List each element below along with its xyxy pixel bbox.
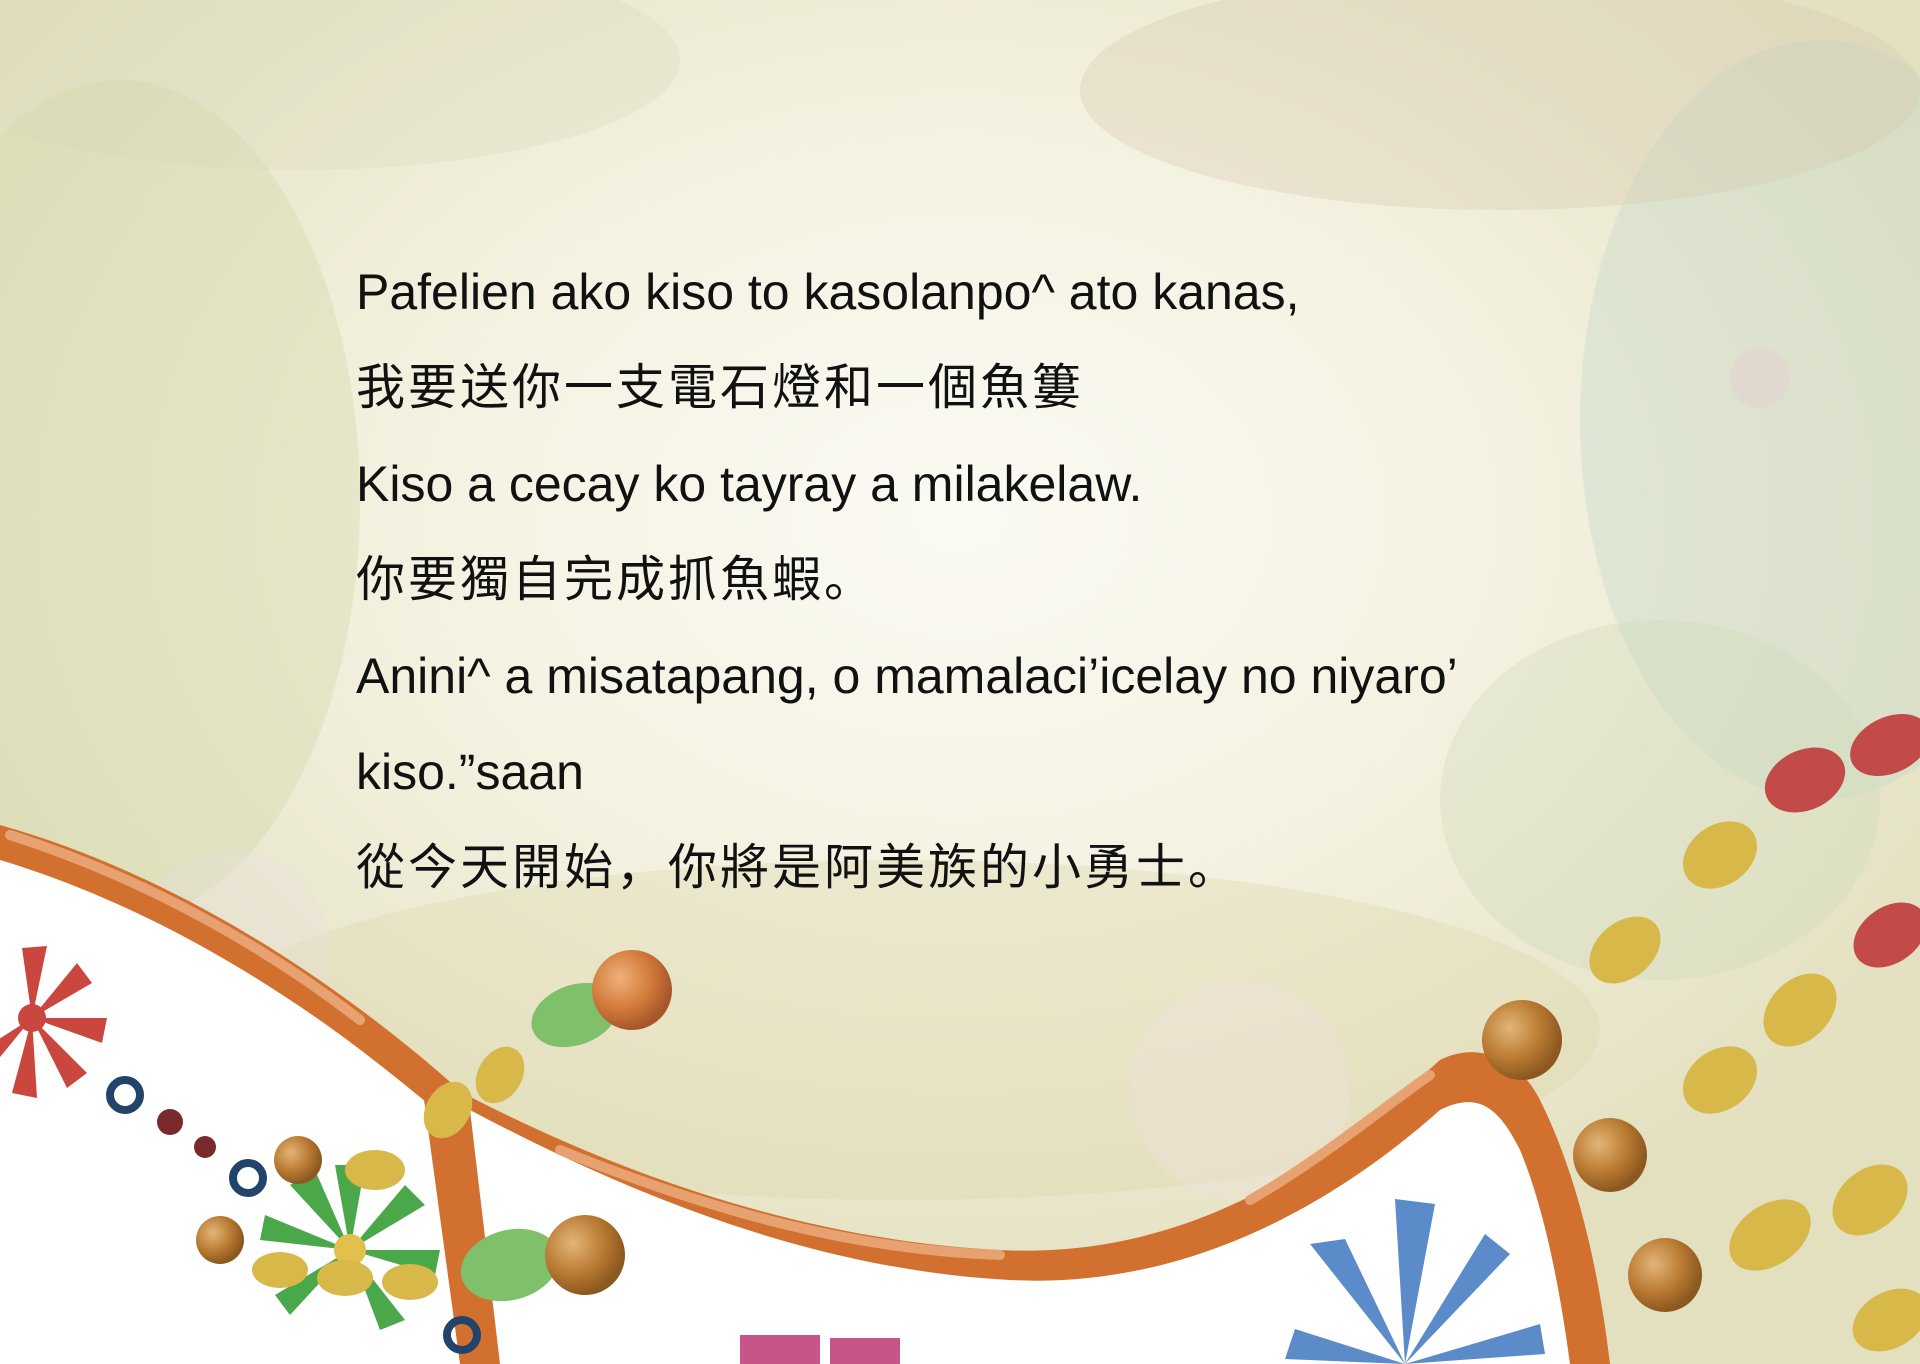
story-line-amis-3: Anini^ a misatapang, o mamalaci’icelay n…	[356, 648, 1458, 704]
story-text: Pafelien ako kiso to kasolanpo^ ato kana…	[356, 244, 1656, 916]
story-line-amis-2: Kiso a cecay ko tayray a milakelaw.	[356, 456, 1143, 512]
story-line-chinese-3: 從今天開始，你將是阿美族的小勇士。	[356, 839, 1241, 896]
story-line-amis-1: Pafelien ako kiso to kasolanpo^ ato kana…	[356, 264, 1300, 320]
story-line-amis-4: kiso.”saan	[356, 744, 584, 800]
pink-pattern	[740, 1335, 900, 1364]
story-line-chinese-1: 我要送你一支電石燈和一個魚簍	[356, 359, 1085, 416]
story-line-chinese-2: 你要獨自完成抓魚蝦。	[356, 551, 877, 608]
